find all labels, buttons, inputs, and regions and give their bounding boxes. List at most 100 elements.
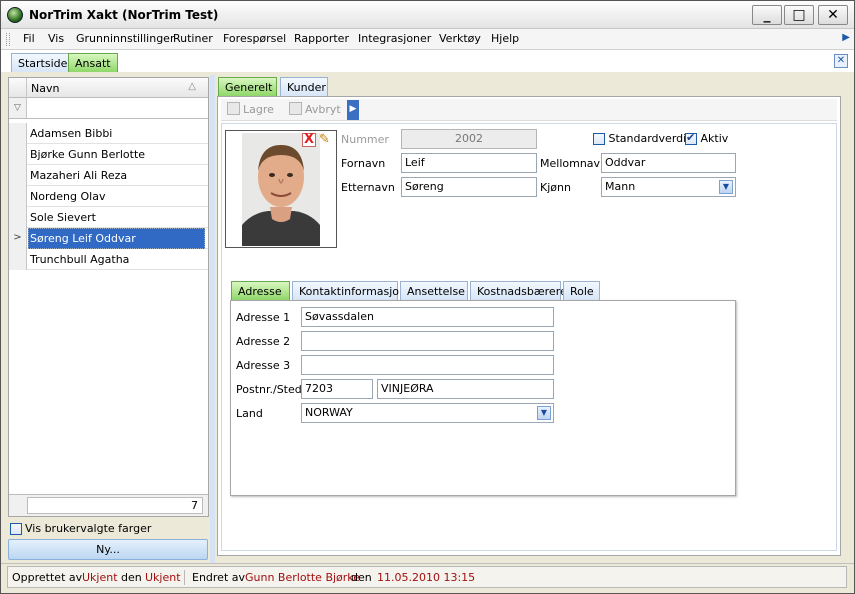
delete-photo-icon[interactable]: X [302, 133, 316, 147]
row-selector[interactable] [9, 186, 27, 207]
employee-name: Adamsen Bibbi [30, 127, 113, 140]
toolbar-overflow-icon[interactable]: ▶ [347, 100, 359, 120]
grid-footer: 7 [9, 494, 208, 516]
employee-grid: Navn △ ▽ Adamsen Bibbi Bjørke Gunn Berlo… [8, 77, 209, 517]
aktiv-checkbox[interactable] [685, 131, 697, 145]
table-row[interactable]: Bjørke Gunn Berlotte [9, 144, 208, 165]
menu-grunninnstillinger[interactable]: Grunninnstillinger [76, 32, 174, 45]
custom-colors-checkbox[interactable] [10, 523, 22, 535]
table-row[interactable]: Nordeng Olav [9, 186, 208, 207]
maximize-button[interactable]: □ [784, 5, 814, 25]
chevron-down-icon[interactable]: ▼ [537, 406, 551, 420]
postnr-sted-label: Postnr./Sted [236, 383, 302, 396]
menu-verktoy[interactable]: Verktøy [439, 32, 481, 45]
menu-integrasjoner[interactable]: Integrasjoner [358, 32, 431, 45]
table-row-selected[interactable]: > Søreng Leif Oddvar [9, 228, 208, 249]
close-document-icon[interactable]: ✕ [834, 54, 848, 68]
row-selector[interactable] [9, 249, 27, 270]
tab-kostnadsbaerere[interactable]: Kostnadsbærere [470, 281, 567, 300]
land-select[interactable]: NORWAY ▼ [301, 403, 554, 423]
menu-overflow-icon[interactable]: ▶ [842, 32, 850, 43]
created-by-label: Opprettet av [12, 571, 83, 584]
minimize-button[interactable]: _ [752, 5, 782, 25]
employee-name: Nordeng Olav [30, 190, 106, 203]
column-header-navn[interactable]: Navn [31, 82, 59, 95]
sort-ascending-icon[interactable]: △ [188, 81, 196, 92]
employee-name: Sole Sievert [30, 211, 96, 224]
window-title: NorTrim Xakt (NorTrim Test) [29, 8, 219, 22]
menu-grip-icon [6, 33, 10, 46]
aktiv-option[interactable]: Aktiv [685, 131, 729, 145]
postnr-field[interactable]: 7203 [301, 379, 373, 399]
tab-startside[interactable]: Startside [11, 53, 75, 72]
adresse2-field[interactable] [301, 331, 554, 351]
menu-rapporter[interactable]: Rapporter [294, 32, 349, 45]
adresse2-label: Adresse 2 [236, 335, 291, 348]
tab-ansatt[interactable]: Ansatt [68, 53, 118, 72]
custom-colors-option[interactable]: Vis brukervalgte farger [10, 522, 151, 535]
created-on-value: Ukjent [145, 571, 181, 584]
etternavn-label: Etternavn [341, 181, 395, 194]
adresse1-label: Adresse 1 [236, 311, 291, 324]
header-selector-cell [9, 78, 27, 98]
employee-name: Søreng Leif Oddvar [30, 232, 136, 245]
standardverdi-option[interactable]: Standardverdi [593, 132, 686, 145]
sted-field[interactable]: VINJEØRA [377, 379, 554, 399]
filter-icon[interactable]: ▽ [9, 98, 27, 118]
menu-fil[interactable]: Fil [23, 32, 35, 45]
chevron-down-icon[interactable]: ▼ [719, 180, 733, 194]
tab-adresse[interactable]: Adresse [231, 281, 290, 300]
tab-generelt[interactable]: Generelt [218, 77, 277, 96]
status-separator [184, 570, 185, 585]
mellomnavn-field[interactable]: Oddvar [601, 153, 736, 173]
new-employee-button[interactable]: Ny... [8, 539, 208, 560]
row-selector[interactable] [9, 123, 27, 144]
table-row[interactable]: Mazaheri Ali Reza [9, 165, 208, 186]
tab-role[interactable]: Role [563, 281, 600, 300]
edit-photo-icon[interactable]: ✎ [319, 132, 330, 147]
standardverdi-checkbox[interactable] [593, 133, 605, 145]
adresse1-field[interactable]: Søvassdalen [301, 307, 554, 327]
created-on-label: den [121, 571, 142, 584]
land-value: NORWAY [305, 406, 353, 419]
current-row-arrow-icon[interactable]: > [9, 228, 27, 249]
kjonn-select[interactable]: Mann ▼ [601, 177, 736, 197]
fornavn-field[interactable]: Leif [401, 153, 537, 173]
menu-rutiner[interactable]: Rutiner [173, 32, 213, 45]
panel-splitter[interactable] [210, 75, 215, 563]
detail-panel: Lagre Avbryt ▶ X ✎ Nummer 2002 Standardv… [217, 96, 841, 556]
general-form: X ✎ Nummer 2002 Standardverdi Aktiv Forn… [221, 123, 837, 551]
row-selector[interactable] [9, 165, 27, 186]
cancel-label: Avbryt [305, 103, 341, 116]
table-row[interactable]: Trunchbull Agatha [9, 249, 208, 270]
etternavn-field[interactable]: Søreng [401, 177, 537, 197]
save-button[interactable]: Lagre [227, 102, 274, 116]
app-globe-icon[interactable] [7, 7, 23, 23]
menu-hjelp[interactable]: Hjelp [491, 32, 519, 45]
tab-kontaktinformasjon[interactable]: Kontaktinformasjon [292, 281, 406, 300]
aktiv-label: Aktiv [700, 132, 729, 145]
status-bar: Opprettet av Ukjent den Ukjent Endret av… [1, 563, 854, 593]
kjonn-value: Mann [605, 180, 636, 193]
changed-on-label: den [351, 571, 372, 584]
row-selector[interactable] [9, 144, 27, 165]
employee-photo[interactable]: X ✎ [225, 130, 337, 248]
adresse3-field[interactable] [301, 355, 554, 375]
tab-kunder[interactable]: Kunder [280, 77, 328, 96]
land-label: Land [236, 407, 263, 420]
menu-vis[interactable]: Vis [48, 32, 64, 45]
detail-toolbar: Lagre Avbryt ▶ [221, 99, 837, 121]
tab-ansettelse[interactable]: Ansettelse [400, 281, 468, 300]
grid-header: Navn △ [9, 78, 208, 98]
employee-name: Mazaheri Ali Reza [30, 169, 128, 182]
save-label: Lagre [243, 103, 274, 116]
row-selector[interactable] [9, 207, 27, 228]
cancel-button[interactable]: Avbryt [289, 102, 341, 116]
menu-foresporsel[interactable]: Forespørsel [223, 32, 286, 45]
employee-name: Trunchbull Agatha [30, 253, 130, 266]
menu-bar: Fil Vis Grunninnstillinger Rutiner Fores… [1, 29, 854, 50]
table-row[interactable]: Sole Sievert [9, 207, 208, 228]
filter-row[interactable]: ▽ [9, 98, 208, 119]
close-window-button[interactable]: ✕ [818, 5, 848, 25]
table-row[interactable]: Adamsen Bibbi [9, 123, 208, 144]
